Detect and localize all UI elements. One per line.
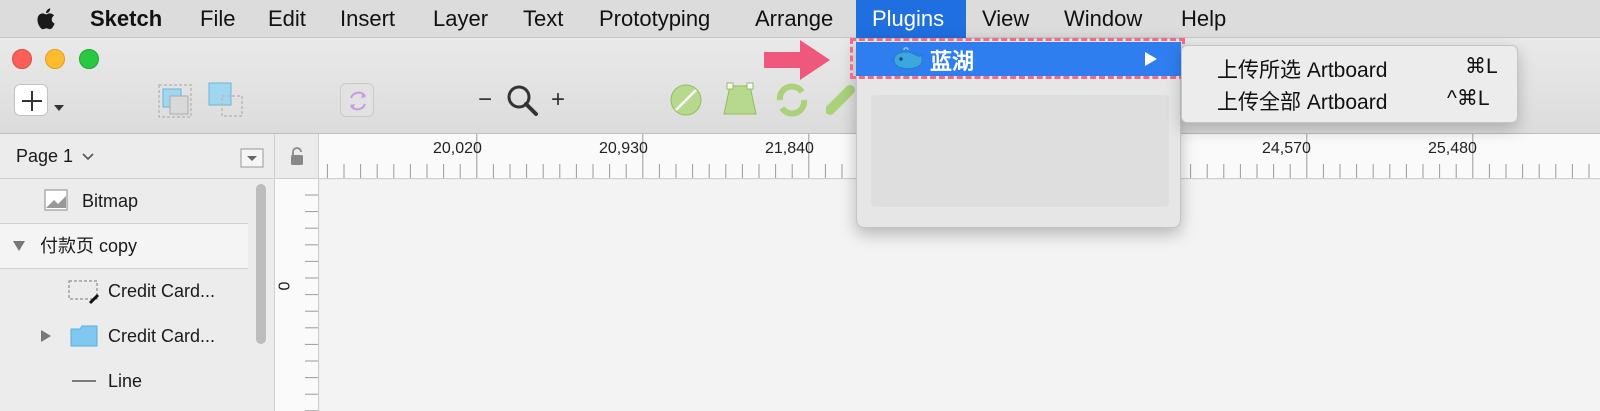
- menu-layer[interactable]: Layer: [433, 0, 488, 38]
- ruler-label: 20,930: [599, 140, 648, 157]
- menu-plugins[interactable]: Plugins: [856, 0, 966, 38]
- zoom-in-button[interactable]: +: [551, 86, 565, 114]
- edit-icon[interactable]: [668, 82, 704, 118]
- lanhu-submenu: 上传所选 Artboard ⌘L 上传全部 Artboard ^⌘L: [1181, 45, 1518, 123]
- zoom-out-button[interactable]: −: [478, 86, 492, 114]
- collapse-pages-icon[interactable]: [240, 148, 264, 168]
- menu-app-sketch[interactable]: Sketch: [90, 0, 162, 38]
- image-icon: [44, 189, 68, 211]
- ruler-label: 25,480: [1428, 140, 1477, 157]
- close-window-button[interactable]: [12, 49, 32, 69]
- minimize-window-button[interactable]: [45, 49, 65, 69]
- ruler-label: 21,840: [765, 140, 814, 157]
- chevron-down-icon[interactable]: [53, 104, 65, 112]
- layer-row-artboard[interactable]: 付款页 copy: [0, 224, 248, 269]
- layer-row-line[interactable]: Line: [0, 359, 248, 404]
- flatten-icon[interactable]: [826, 82, 856, 118]
- annotation-highlight-box: [850, 38, 1185, 79]
- layer-label: Bitmap: [82, 191, 139, 211]
- layers-sidebar: Page 1 Bitmap 付款页 copy Credit Card... Cr…: [0, 134, 275, 411]
- zoom-window-button[interactable]: [79, 49, 99, 69]
- menu-edit[interactable]: Edit: [268, 0, 306, 38]
- layer-row-group[interactable]: Credit Card...: [0, 314, 248, 359]
- vertical-ruler[interactable]: 0: [275, 179, 319, 411]
- symbol-icon: [68, 280, 100, 305]
- menu-window[interactable]: Window: [1064, 0, 1142, 38]
- submenu-upload-all[interactable]: 上传全部 Artboard: [1217, 86, 1387, 116]
- ungroup-icon[interactable]: [206, 80, 246, 120]
- layer-label: Credit Card...: [108, 326, 216, 346]
- page-selector-label: Page 1: [16, 146, 74, 166]
- shortcut-upload-all: ^⌘L: [1447, 87, 1490, 110]
- shortcut-upload-selected: ⌘L: [1465, 55, 1498, 78]
- ruler-label: 0: [276, 281, 294, 291]
- lock-icon[interactable]: [289, 146, 305, 166]
- menu-file[interactable]: File: [200, 0, 235, 38]
- menu-insert[interactable]: Insert: [340, 0, 395, 38]
- insert-button[interactable]: [14, 84, 48, 116]
- magnifier-icon[interactable]: [504, 82, 540, 118]
- submenu-upload-selected[interactable]: 上传所选 Artboard: [1217, 54, 1387, 84]
- rotate-icon[interactable]: [772, 82, 812, 118]
- menu-prototyping[interactable]: Prototyping: [599, 0, 710, 38]
- folder-icon: [70, 325, 98, 347]
- layer-label: Credit Card...: [108, 281, 216, 301]
- symbol-sync-icon: [350, 91, 366, 111]
- layer-row-symbol[interactable]: Credit Card...: [0, 269, 248, 314]
- menu-view[interactable]: View: [982, 0, 1029, 38]
- create-symbol-button[interactable]: [340, 83, 374, 117]
- chevron-down-icon: [82, 153, 94, 161]
- disclosure-open-icon[interactable]: [12, 240, 26, 252]
- layer-label: Line: [108, 371, 143, 391]
- disclosure-closed-icon[interactable]: [40, 329, 52, 343]
- sidebar-scrollbar[interactable]: [256, 184, 266, 344]
- group-icon[interactable]: [156, 82, 194, 120]
- ruler-ticks: [305, 194, 318, 411]
- ruler-label: 20,020: [433, 140, 482, 157]
- annotation-arrow-icon: [764, 40, 830, 80]
- menu-placeholder-area: [871, 95, 1169, 207]
- plus-icon: [22, 91, 42, 111]
- menu-arrange[interactable]: Arrange: [755, 0, 833, 38]
- ruler-corner: [275, 134, 319, 179]
- ruler-label: 24,570: [1262, 140, 1311, 157]
- layer-row-bitmap[interactable]: Bitmap: [0, 179, 248, 224]
- layer-label: 付款页 copy: [40, 236, 138, 256]
- menu-bar: Sketch File Edit Insert Layer Text Proto…: [0, 0, 1600, 38]
- menu-help[interactable]: Help: [1181, 0, 1226, 38]
- line-icon: [72, 380, 96, 382]
- menu-text[interactable]: Text: [523, 0, 563, 38]
- page-selector[interactable]: Page 1: [0, 134, 274, 179]
- transform-icon[interactable]: [720, 82, 760, 118]
- apple-icon[interactable]: [34, 6, 60, 32]
